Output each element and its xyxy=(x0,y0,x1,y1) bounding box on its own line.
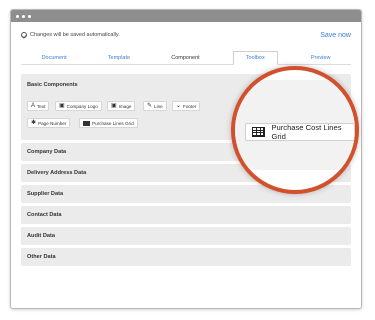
autosave-text: Changes will be saved automatically. xyxy=(30,32,120,38)
window-dot xyxy=(28,14,31,18)
component-page-number[interactable]: ✱ Page Number xyxy=(27,118,71,128)
component-line[interactable]: ✎ Line xyxy=(143,101,167,111)
tab-toolbox[interactable]: Toolbox xyxy=(232,51,278,65)
window-titlebar xyxy=(11,10,361,22)
component-purchase-lines-grid[interactable]: Purchase Lines Grid xyxy=(79,118,138,128)
chevron-down-icon: ⌄ xyxy=(176,103,182,109)
grid-icon xyxy=(252,127,266,137)
save-now-link[interactable]: Save now xyxy=(320,32,351,39)
tab-component[interactable]: Component xyxy=(163,55,207,64)
gear-icon: ✱ xyxy=(31,120,37,126)
component-company-logo-label: Company Logo xyxy=(66,103,98,109)
pen-icon: ✎ xyxy=(147,103,153,109)
component-purchase-lines-grid-label: Purchase Lines Grid xyxy=(92,120,134,126)
app-window: Changes will be saved automatically. Sav… xyxy=(10,9,362,309)
text-icon: A xyxy=(31,103,36,109)
tab-template[interactable]: Template xyxy=(100,55,138,64)
image-icon: ▣ xyxy=(111,103,117,109)
section-audit-data[interactable]: Audit Data xyxy=(21,227,351,245)
component-image-label: Image xyxy=(118,103,132,109)
magnifier-callout: Purchase Cost Lines Grid xyxy=(231,66,359,194)
section-other-data[interactable]: Other Data xyxy=(21,248,351,266)
component-text[interactable]: A Text xyxy=(27,101,50,111)
component-purchase-cost-lines-grid[interactable]: Purchase Cost Lines Grid xyxy=(245,123,355,141)
autosave-notice: Changes will be saved automatically. xyxy=(21,32,120,38)
tab-document[interactable]: Document xyxy=(34,55,75,64)
top-bar: Changes will be saved automatically. Sav… xyxy=(21,29,351,41)
component-text-label: Text xyxy=(37,103,46,109)
window-dot xyxy=(16,14,19,18)
grid-icon xyxy=(83,120,90,126)
tab-bar: Document Template Component Toolbox Prev… xyxy=(21,51,351,65)
component-footer-label: Footer xyxy=(183,103,197,109)
image-icon: ▣ xyxy=(59,103,65,109)
tab-preview[interactable]: Preview xyxy=(303,55,339,64)
component-page-number-label: Page Number xyxy=(38,120,67,126)
section-contact-data[interactable]: Contact Data xyxy=(21,206,351,224)
component-line-label: Line xyxy=(154,103,163,109)
component-footer[interactable]: ⌄ Footer xyxy=(172,101,201,111)
basic-components-title: Basic Components xyxy=(27,82,78,88)
component-image[interactable]: ▣ Image xyxy=(107,101,136,111)
component-purchase-cost-lines-grid-label: Purchase Cost Lines Grid xyxy=(271,123,342,141)
window-dot xyxy=(22,14,25,18)
component-company-logo[interactable]: ▣ Company Logo xyxy=(55,101,102,111)
check-circle-icon xyxy=(21,32,27,38)
